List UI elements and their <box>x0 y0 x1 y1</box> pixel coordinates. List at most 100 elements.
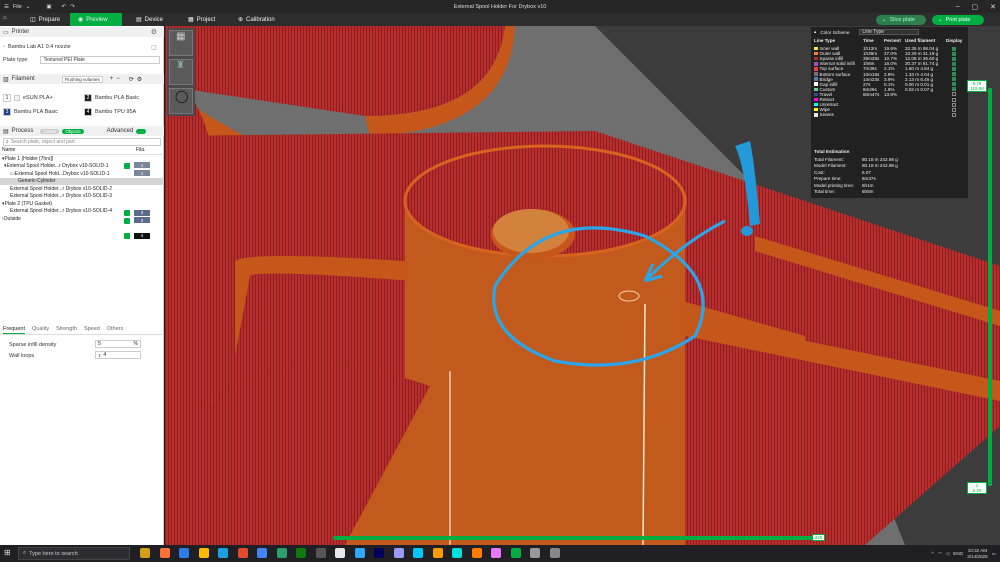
color-scheme-select[interactable]: Line Type <box>859 29 920 35</box>
file-menu[interactable]: File <box>13 4 22 10</box>
search-placeholder: Type here to search <box>29 550 78 557</box>
slice-plate-button[interactable]: ⌄ Slice plate <box>876 15 926 25</box>
printer-name: Bambu Lab A1 0.4 nozzle <box>7 44 71 50</box>
plate-thumbnail-2[interactable]: ♜ <box>169 59 193 85</box>
search-input[interactable]: ⌕ Search plate, object and part <box>3 138 161 146</box>
tab-prepare[interactable]: ◫ Prepare <box>22 13 68 26</box>
bottom-layer-label[interactable]: 1 0.20 <box>967 482 987 494</box>
filament-slot-3[interactable]: 3 Bambu PLA Basic <box>3 108 58 116</box>
filament-badge[interactable]: 1 <box>134 162 150 168</box>
print-plate-button[interactable]: ⌄ Print plate <box>932 15 984 25</box>
animate-icon[interactable] <box>432 548 443 558</box>
plate-thumbnail-3[interactable]: ◯ <box>169 88 193 114</box>
column-fila: Fila. <box>136 147 146 154</box>
add-icon[interactable]: + <box>110 76 114 82</box>
tree-plate-2[interactable]: ▾ Plate 2 (TPU Gasket) <box>0 200 164 208</box>
media-encoder-icon[interactable] <box>471 548 482 558</box>
calculator-icon[interactable] <box>315 548 326 558</box>
tree-object-solid-2[interactable]: External Spool Holder...r Drybox v10-SOL… <box>0 185 164 193</box>
filament-badge[interactable]: 4 <box>134 232 150 239</box>
tab-calibration[interactable]: ⊕ Calibration <box>230 13 283 26</box>
plate-type-select[interactable]: Textured PEI Plate <box>40 56 161 64</box>
wifi-icon[interactable]: ◠ <box>938 551 942 557</box>
flushing-volumes-button[interactable]: Flushing volumes <box>61 75 103 83</box>
chevron-down-icon[interactable]: ⌄ <box>26 4 31 10</box>
edit-icon[interactable]: ▢ <box>151 44 157 51</box>
top-layer-label[interactable]: 9.76 115.98 <box>967 80 987 92</box>
tree-outside[interactable]: › Outside <box>0 215 164 223</box>
taskbar-search-input[interactable]: ⌕ Type here to search <box>18 547 130 560</box>
sparse-infill-input[interactable]: 5% <box>95 340 141 348</box>
illustrator-icon[interactable] <box>413 548 423 558</box>
layer-slider[interactable] <box>988 88 992 486</box>
teams-icon[interactable] <box>276 548 287 558</box>
redo-icon[interactable]: ↷ <box>70 4 75 10</box>
widgets-icon[interactable] <box>140 548 150 558</box>
firefox-icon[interactable] <box>159 548 170 558</box>
filament-slot-4[interactable]: 4 Bambu TPU 95A <box>84 108 136 116</box>
maximize-icon[interactable]: ▢ <box>972 3 979 11</box>
plate-icon: ▦ <box>176 31 186 42</box>
printer-select[interactable]: ▫ Bambu Lab A1 0.4 nozzle <box>3 44 71 50</box>
spotify-icon[interactable] <box>296 548 306 558</box>
tree-object-solid-4[interactable]: External Spool Holder...r Drybox v10-SOL… <box>0 208 164 216</box>
legend-row[interactable]: Seams <box>814 111 966 118</box>
tab-quality[interactable]: Quality <box>32 326 49 334</box>
edge-icon[interactable] <box>179 548 189 558</box>
tab-frequent[interactable]: Frequent <box>3 326 26 334</box>
global-toggle[interactable]: Global <box>40 128 60 134</box>
bambu-studio-icon[interactable] <box>491 548 501 558</box>
tree-modifier-cylinder[interactable]: Generic-Cylinder <box>0 177 164 185</box>
objects-toggle[interactable]: Objects <box>62 128 84 134</box>
remove-icon[interactable]: − <box>116 76 120 82</box>
advanced-toggle[interactable] <box>136 128 147 134</box>
app-icon[interactable] <box>530 548 540 558</box>
tab-preview[interactable]: ◉ Preview <box>70 13 122 26</box>
chevron-up-icon[interactable]: ^ <box>932 551 934 556</box>
filament-badge[interactable]: 1 <box>134 170 150 176</box>
filament-slot-2[interactable]: 2 Bambu PLA Basic <box>84 94 139 102</box>
save-icon[interactable]: ▣ <box>46 4 51 10</box>
move-slider[interactable] <box>333 536 813 540</box>
blender-icon[interactable] <box>452 548 462 558</box>
tree-object-solid-3[interactable]: External Spool Holder...r Drybox v10-SOL… <box>0 193 164 201</box>
windows-start-icon[interactable]: ⊞ <box>4 548 11 557</box>
tab-speed[interactable]: Speed <box>84 326 100 334</box>
volume-icon[interactable]: ◁ <box>946 551 950 557</box>
settings-icon[interactable]: ⚙ <box>137 76 142 83</box>
object-visible-checkbox[interactable] <box>124 233 130 239</box>
minimize-icon[interactable]: – <box>956 3 960 10</box>
wall-loops-stepper[interactable]: ⇕ 4 <box>95 351 141 359</box>
photoshop-icon[interactable] <box>335 548 345 558</box>
tab-project[interactable]: ▦ Project <box>180 13 223 26</box>
tab-others[interactable]: Others <box>107 326 124 334</box>
close-icon[interactable]: ✕ <box>990 3 996 11</box>
app-icon[interactable] <box>510 548 521 558</box>
premiere-icon[interactable] <box>354 548 365 558</box>
notification-icon[interactable]: ▭ <box>992 551 996 557</box>
mail-icon[interactable] <box>257 548 267 558</box>
menu-icon[interactable]: ☰ <box>4 4 9 10</box>
gasket-icon: ◯ <box>175 89 189 103</box>
plate-thumbnail-1[interactable]: ▦ <box>169 30 193 56</box>
clock[interactable]: 10:32 AM 3/14/2025 <box>967 548 987 559</box>
filament-slot-1[interactable]: 1 eSUN PLA+ <box>3 94 53 102</box>
store-icon[interactable] <box>218 548 228 558</box>
undo-icon[interactable]: ↶ <box>62 4 67 10</box>
explorer-icon[interactable] <box>198 548 209 558</box>
settings-icon[interactable]: ⚙ <box>151 28 157 36</box>
app-icon[interactable] <box>549 548 560 558</box>
home-icon[interactable]: ⌂ <box>3 15 7 21</box>
audition-icon[interactable] <box>393 548 404 558</box>
tab-device[interactable]: ▤ Device <box>128 13 171 26</box>
search-icon: ⌕ <box>6 139 9 145</box>
chrome-icon[interactable] <box>237 548 248 558</box>
sync-icon[interactable]: ⟳ <box>129 76 134 83</box>
after-effects-icon[interactable] <box>374 548 384 558</box>
move-slider-label[interactable]: 325 <box>812 534 825 541</box>
display-checkbox[interactable] <box>952 112 956 117</box>
language-indicator[interactable]: ENG <box>953 551 963 556</box>
object-visible-checkbox[interactable] <box>124 163 130 169</box>
expand-icon[interactable]: ▴ <box>814 29 816 35</box>
tab-strength[interactable]: Strength <box>56 326 77 334</box>
